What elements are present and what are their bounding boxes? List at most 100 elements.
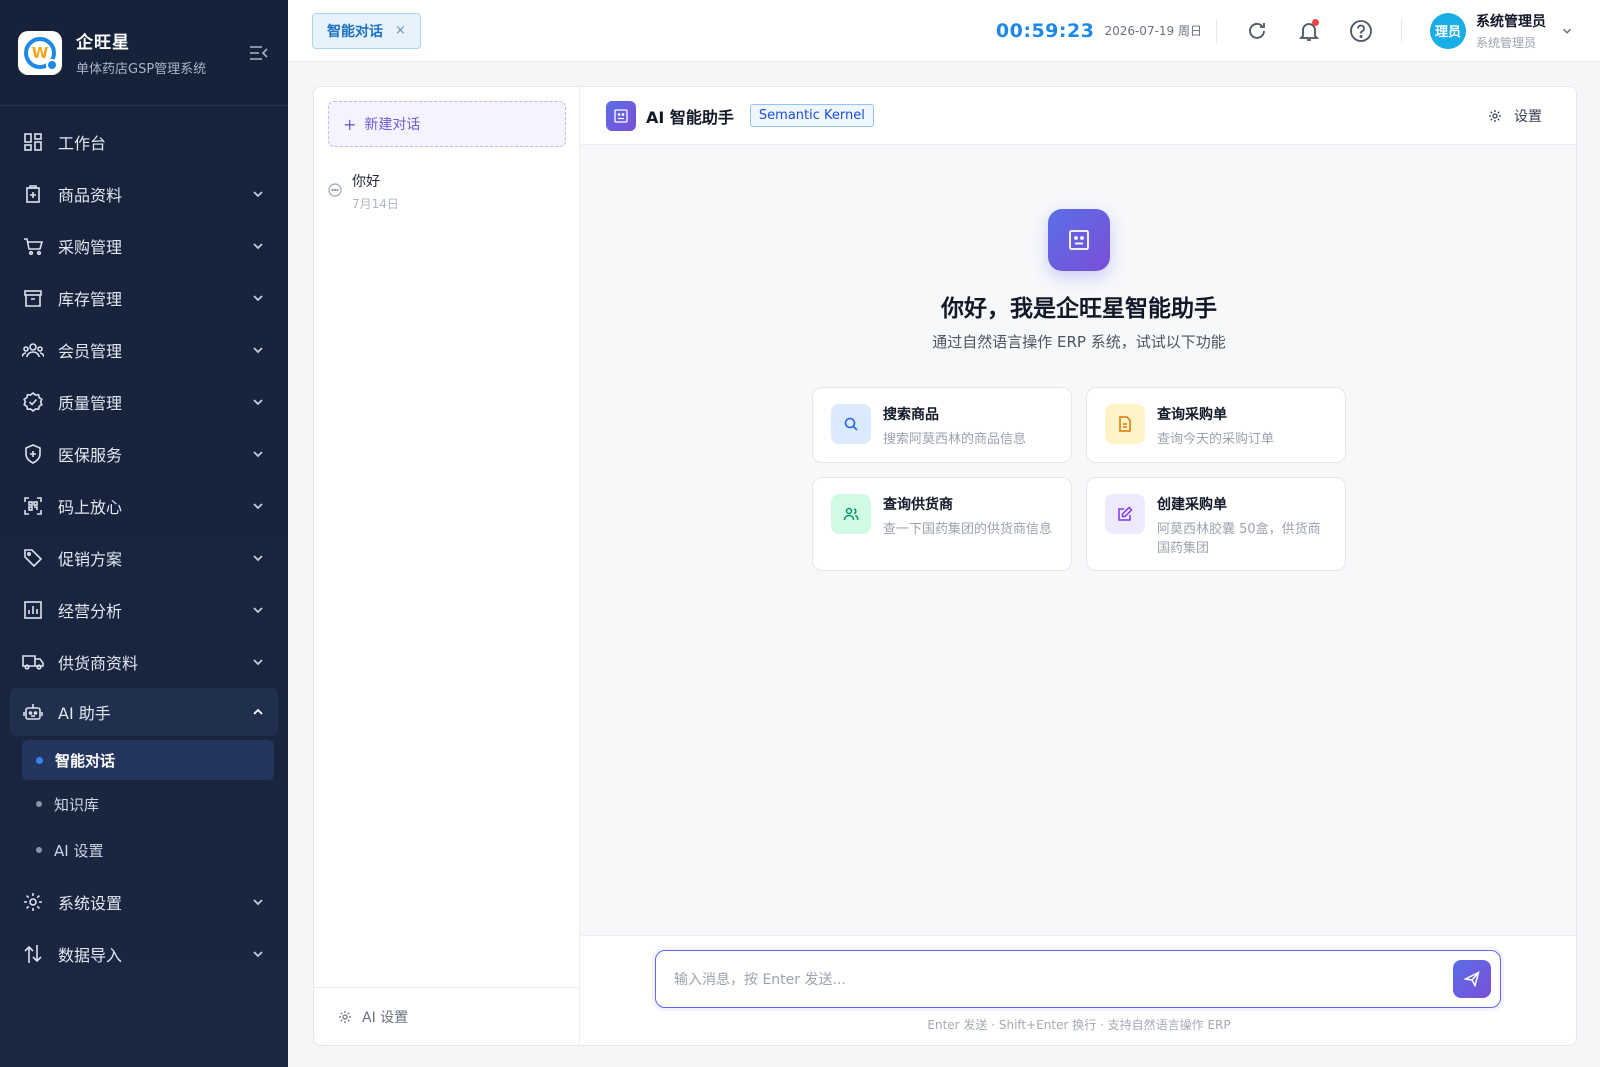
card-desc: 查询今天的采购订单 [1157, 432, 1275, 447]
sidebar-item-quality[interactable]: 质量管理 [0, 376, 288, 428]
sidebar-item-system-settings[interactable]: 系统设置 [0, 876, 288, 928]
import-arrows-icon [22, 943, 44, 965]
sidebar-item-code-trace[interactable]: 码上放心 [0, 480, 288, 532]
document-icon [1105, 404, 1145, 444]
chevron-down-icon [253, 191, 263, 198]
bell-icon[interactable] [1295, 17, 1323, 45]
suggestion-card-query-purchase[interactable]: 查询采购单 查询今天的采购订单 [1086, 387, 1346, 463]
suggestion-card-create-purchase[interactable]: 创建采购单 阿莫西林胶囊 50盒，供货商国药集团 [1086, 477, 1346, 571]
search-icon [831, 404, 871, 444]
conversation-item[interactable]: 你好 7月14日 [328, 171, 566, 219]
welcome-subtitle: 通过自然语言操作 ERP 系统，试试以下功能 [932, 333, 1226, 351]
chevron-down-icon [253, 659, 263, 666]
tab-close-icon[interactable]: × [395, 23, 406, 38]
sidebar-item-members[interactable]: 会员管理 [0, 324, 288, 376]
card-title: 搜索商品 [883, 407, 939, 423]
robot-icon [1048, 209, 1110, 271]
refresh-icon[interactable] [1243, 17, 1271, 45]
avatar: 理员 [1430, 12, 1466, 49]
conversation-date: 7月14日 [352, 197, 399, 211]
new-chat-button[interactable]: + 新建对话 [328, 101, 566, 147]
message-input-placeholder: 输入消息，按 Enter 发送... [674, 972, 846, 988]
welcome-title: 你好，我是企旺星智能助手 [941, 296, 1217, 322]
divider [1401, 18, 1402, 43]
chat-bubble-icon [328, 183, 342, 197]
truck-icon [22, 651, 44, 673]
cart-icon [22, 235, 44, 257]
robot-icon [22, 701, 44, 723]
sidebar-item-label: 供货商资料 [58, 654, 139, 673]
plus-icon: + [343, 114, 357, 134]
clock: 00:59:23 [995, 19, 1095, 42]
help-icon[interactable] [1347, 17, 1375, 45]
members-icon [22, 339, 44, 361]
chevron-down-icon [1562, 28, 1572, 34]
tag-icon [22, 547, 44, 569]
conversation-title: 你好 [352, 174, 380, 190]
chevron-down-icon [253, 503, 263, 510]
bar-chart-icon [22, 599, 44, 621]
chat-header: AI 智能助手 Semantic Kernel 设置 [580, 87, 1576, 145]
send-button[interactable] [1453, 960, 1491, 998]
sidebar-item-ai-assistant[interactable]: AI 助手 [10, 688, 278, 736]
sidebar-subitem-knowledge-base[interactable]: 知识库 [0, 782, 288, 826]
sidebar-subitem-smart-chat[interactable]: 智能对话 [22, 740, 274, 780]
gear-icon [1489, 109, 1501, 122]
sidebar: W 企旺星 单体药店GSP管理系统 工作台 商品资料 采购管理 库存管理 会员管… [0, 0, 288, 1067]
qr-scan-icon [22, 495, 44, 517]
notification-dot [1312, 18, 1319, 26]
edit-icon [1105, 494, 1145, 534]
sidebar-subitem-ai-settings[interactable]: AI 设置 [0, 828, 288, 872]
sidebar-item-label: AI 助手 [58, 704, 111, 723]
sidebar-item-purchase[interactable]: 采购管理 [0, 220, 288, 272]
sidebar-item-inventory[interactable]: 库存管理 [0, 272, 288, 324]
message-input[interactable]: 输入消息，按 Enter 发送... [655, 950, 1501, 1008]
user-role: 系统管理员 [1476, 35, 1537, 50]
sidebar-item-label: 数据导入 [58, 946, 123, 965]
card-desc: 查一下国药集团的供货商信息 [883, 522, 1053, 537]
chevron-down-icon [253, 607, 263, 614]
composer: 输入消息，按 Enter 发送... Enter 发送 · Shift+Ente… [580, 935, 1576, 1045]
sidebar-item-suppliers[interactable]: 供货商资料 [0, 636, 288, 688]
card-desc: 搜索阿莫西林的商品信息 [883, 432, 1027, 447]
chevron-down-icon [253, 243, 263, 250]
card-desc: 阿莫西林胶囊 50盒，供货商国药集团 [1157, 522, 1321, 556]
chevron-down-icon [253, 951, 263, 958]
tab-smart-chat[interactable]: 智能对话 × [312, 12, 421, 49]
sidebar-item-label: 促销方案 [58, 550, 123, 569]
suggestion-card-query-supplier[interactable]: 查询供货商 查一下国药集团的供货商信息 [812, 477, 1072, 571]
ai-settings-link[interactable]: AI 设置 [314, 987, 580, 1045]
settings-label: 设置 [1514, 108, 1542, 125]
conversation-list: + 新建对话 你好 7月14日 AI 设置 [314, 87, 580, 1045]
gear-icon [339, 1010, 351, 1023]
user-menu[interactable]: 理员 系统管理员 系统管理员 [1430, 11, 1574, 51]
card-title: 创建采购单 [1157, 497, 1227, 513]
suggestion-card-search-product[interactable]: 搜索商品 搜索阿莫西林的商品信息 [812, 387, 1072, 463]
tab-label: 智能对话 [327, 23, 383, 40]
sidebar-item-label: 质量管理 [58, 394, 123, 413]
sidebar-item-products[interactable]: 商品资料 [0, 168, 288, 220]
sidebar-item-analytics[interactable]: 经营分析 [0, 584, 288, 636]
sidebar-item-label: 会员管理 [58, 342, 123, 361]
card-title: 查询供货商 [883, 497, 953, 513]
settings-button[interactable]: 设置 [1488, 106, 1552, 126]
sidebar-item-medical-insurance[interactable]: 医保服务 [0, 428, 288, 480]
chevron-down-icon [253, 347, 263, 354]
ai-submenu: 智能对话 知识库 AI 设置 [0, 736, 288, 876]
archive-icon [22, 287, 44, 309]
new-chat-label: 新建对话 [364, 117, 421, 133]
chevron-down-icon [253, 295, 263, 302]
sidebar-item-data-import[interactable]: 数据导入 [0, 928, 288, 980]
user-name: 系统管理员 [1476, 13, 1546, 30]
brand-name: 企旺星 [76, 33, 130, 53]
collapse-menu-icon[interactable] [248, 42, 270, 64]
sidebar-item-label: 码上放心 [58, 498, 123, 517]
chevron-down-icon [253, 399, 263, 406]
brand-header: W 企旺星 单体药店GSP管理系统 [0, 0, 288, 106]
chevron-down-icon [253, 451, 263, 458]
sidebar-item-dashboard[interactable]: 工作台 [0, 116, 288, 168]
chat-panel: + 新建对话 你好 7月14日 AI 设置 AI 智能助手 Semantic K… [313, 86, 1577, 1046]
sidebar-item-label: 经营分析 [58, 602, 123, 621]
sidebar-item-promotions[interactable]: 促销方案 [0, 532, 288, 584]
sidebar-item-label: 医保服务 [58, 446, 123, 465]
